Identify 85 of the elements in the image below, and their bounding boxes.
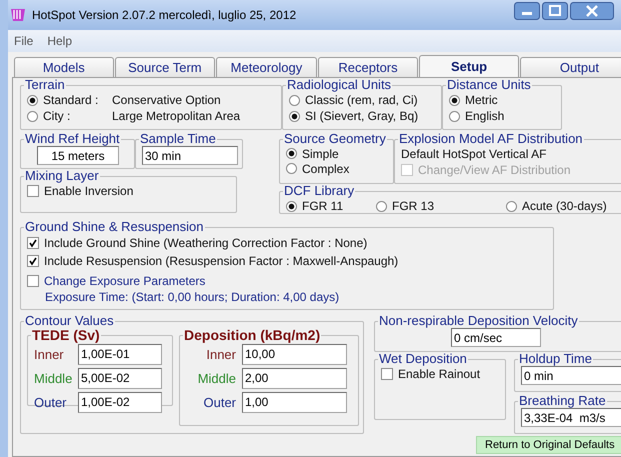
group-title: Contour Values xyxy=(24,314,115,328)
group-title: Deposition (kBq/m2) xyxy=(183,328,322,342)
radio-label: English xyxy=(465,109,504,123)
group-title: Ground Shine & Resuspension xyxy=(24,220,205,234)
field-label: Middle xyxy=(196,370,236,386)
group-title: Non-respirable Deposition Velocity xyxy=(378,314,579,328)
menu-item[interactable]: Help xyxy=(47,34,72,48)
field-label: Inner xyxy=(205,346,236,362)
field-label: Outer xyxy=(34,394,68,410)
radio-button[interactable] xyxy=(289,94,300,106)
checkbox-label: Enable Inversion xyxy=(44,184,134,198)
radio-button[interactable] xyxy=(449,94,460,106)
option-description: Conservative Option xyxy=(112,93,221,107)
input-field[interactable]: 5,00E-02 xyxy=(78,368,162,388)
radio-button[interactable] xyxy=(286,148,297,159)
model-text: Default HotSpot Vertical AF xyxy=(401,146,548,162)
maximize-icon[interactable] xyxy=(542,2,568,20)
radio-label: Classic (rem, rad, Ci) xyxy=(305,93,418,107)
field-label: Inner xyxy=(34,346,65,362)
radio-button[interactable] xyxy=(289,110,300,122)
input-field[interactable]: 3,33E-04 m3/s xyxy=(521,408,621,427)
tab[interactable]: Receptors xyxy=(318,57,418,77)
radio-label: Simple xyxy=(302,146,339,160)
checkbox-label: Change/View AF Distribution xyxy=(418,163,571,177)
tab[interactable]: Meteorology xyxy=(216,57,317,77)
group-title: Sample Time xyxy=(139,132,217,146)
checkbox[interactable] xyxy=(27,237,39,249)
group-title: Mixing Layer xyxy=(24,169,100,183)
checkbox[interactable] xyxy=(27,255,39,267)
close-icon[interactable] xyxy=(570,2,614,20)
app-icon xyxy=(10,7,26,23)
tab[interactable]: Setup xyxy=(419,55,519,77)
checkbox[interactable] xyxy=(27,185,39,197)
input-field[interactable]: 1,00E-01 xyxy=(78,344,162,364)
radio-button[interactable] xyxy=(449,110,460,122)
group-title: Source Geometry xyxy=(283,132,387,146)
group-title: DCF Library xyxy=(283,184,356,198)
exposure-time-text: Exposure Time: (Start: 0,00 hours; Duration: 4,00 days) xyxy=(44,290,340,306)
radio-label: Complex xyxy=(302,162,350,176)
radio-label: FGR 11 xyxy=(302,199,344,213)
radio-label: Acute (30-days) xyxy=(522,199,607,213)
group-title: Terrain xyxy=(24,78,66,92)
input-field[interactable]: 30 min xyxy=(142,146,238,165)
input-field[interactable]: 0 cm/sec xyxy=(451,328,541,347)
input-field[interactable]: 2,00 xyxy=(242,368,347,388)
radio-label: SI (Sievert, Gray, Bq) xyxy=(305,109,418,123)
group-title: Explosion Model AF Distribution xyxy=(398,132,584,146)
option-description: Large Metropolitan Area xyxy=(112,109,240,123)
group-title: Radiological Units xyxy=(286,78,392,92)
radio-label: Standard : xyxy=(43,93,100,107)
checkbox[interactable] xyxy=(381,368,393,380)
tab[interactable]: Models xyxy=(14,57,114,77)
radio-button[interactable] xyxy=(286,163,297,174)
checkbox-label: Include Ground Shine (Weathering Correction Factor : None) xyxy=(44,236,368,250)
radio-label: FGR 13 xyxy=(392,199,434,213)
radio-label: City : xyxy=(43,109,72,123)
return-defaults-button[interactable]: Return to Original Defaults xyxy=(476,436,621,454)
group-title: Wet Deposition xyxy=(378,352,468,366)
group-title: Distance Units xyxy=(446,78,532,92)
input-field[interactable]: 15 meters xyxy=(37,146,119,165)
checkbox[interactable] xyxy=(27,275,39,287)
radio-label: Metric xyxy=(465,93,498,107)
group-title: Breathing Rate xyxy=(518,394,607,408)
field-label: Middle xyxy=(34,370,74,386)
radio-button[interactable] xyxy=(376,200,387,212)
tab[interactable]: Source Term xyxy=(114,57,216,77)
input-field[interactable]: 1,00 xyxy=(242,392,347,412)
input-field[interactable]: 0 min xyxy=(521,366,621,385)
minimize-icon[interactable] xyxy=(514,2,540,20)
window-title: HotSpot Version 2.07.2 mercoledì, luglio 25, 2012 xyxy=(32,8,296,22)
group-title: TEDE (Sv) xyxy=(31,328,101,342)
radio-button[interactable] xyxy=(286,200,297,212)
tab[interactable]: Output xyxy=(520,57,621,77)
group-title: Holdup Time xyxy=(518,352,593,366)
radio-button[interactable] xyxy=(506,200,517,212)
checkbox-label: Change Exposure Parameters xyxy=(44,274,206,288)
group-title: Wind Ref Height xyxy=(24,132,121,146)
radio-button[interactable] xyxy=(27,110,38,122)
checkbox-label: Include Resuspension (Resuspension Factor : Maxwell-Anspaugh) xyxy=(44,254,398,268)
field-label: Outer xyxy=(202,394,236,410)
input-field[interactable]: 10,00 xyxy=(242,344,347,364)
checkbox-label: Enable Rainout xyxy=(398,367,480,381)
input-field[interactable]: 1,00E-02 xyxy=(78,392,162,412)
radio-button[interactable] xyxy=(27,94,38,106)
menu-item[interactable]: File xyxy=(14,34,34,48)
